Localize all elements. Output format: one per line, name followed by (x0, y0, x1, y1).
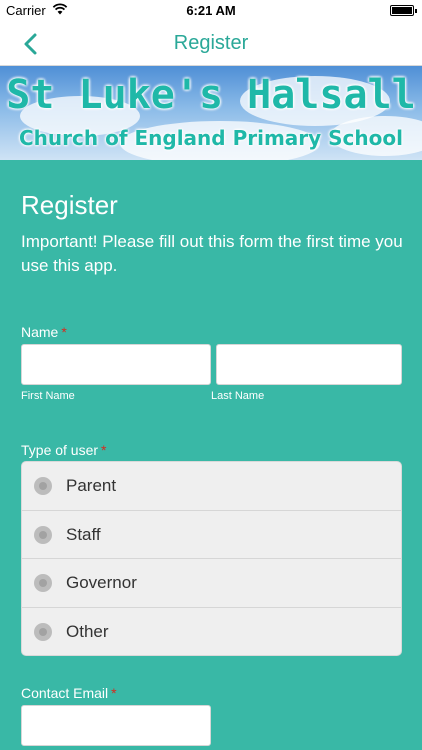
radio-button-icon[interactable] (34, 622, 52, 641)
nav-title: Register (173, 32, 249, 54)
first-name-input[interactable] (21, 344, 211, 385)
last-name-sublabel: Last Name (211, 390, 265, 402)
radio-button-icon[interactable] (34, 525, 52, 544)
navigation-bar: Register (0, 22, 422, 66)
first-name-sublabel: First Name (21, 390, 75, 402)
radio-option-label: Parent (66, 476, 117, 495)
form-intro: Important! Please fill out this form the… (21, 232, 403, 275)
radio-option-label: Staff (66, 524, 101, 544)
school-banner: St Luke's Halsall Church of England Prim… (0, 66, 422, 160)
radio-option-parent[interactable]: Parent (22, 462, 401, 511)
radio-option-staff[interactable]: Staff (22, 511, 401, 559)
required-mark: * (61, 324, 67, 340)
user-type-label: Type of user * (21, 442, 107, 458)
banner-school-subtitle: Church of England Primary School (19, 126, 403, 150)
status-bar: Carrier 6:21 AM (0, 0, 422, 22)
contact-email-input[interactable] (21, 705, 211, 746)
required-mark: * (101, 442, 107, 458)
last-name-input[interactable] (216, 344, 402, 385)
required-mark: * (111, 685, 117, 701)
radio-option-other[interactable]: Other (22, 608, 401, 656)
radio-option-governor[interactable]: Governor (22, 559, 401, 608)
radio-option-label: Other (66, 621, 109, 641)
radio-button-icon[interactable] (34, 477, 52, 495)
radio-option-label: Governor (66, 573, 137, 592)
battery-icon (390, 5, 417, 16)
contact-email-label: Contact Email * (21, 685, 117, 701)
name-label: Name * (21, 324, 67, 340)
clock: 6:21 AM (186, 3, 236, 18)
banner-school-name: St Luke's Halsall (6, 72, 416, 118)
user-type-radio-group: Parent Staff Governor Other (21, 461, 402, 656)
form-heading: Register (21, 190, 118, 220)
radio-button-icon[interactable] (34, 574, 52, 592)
